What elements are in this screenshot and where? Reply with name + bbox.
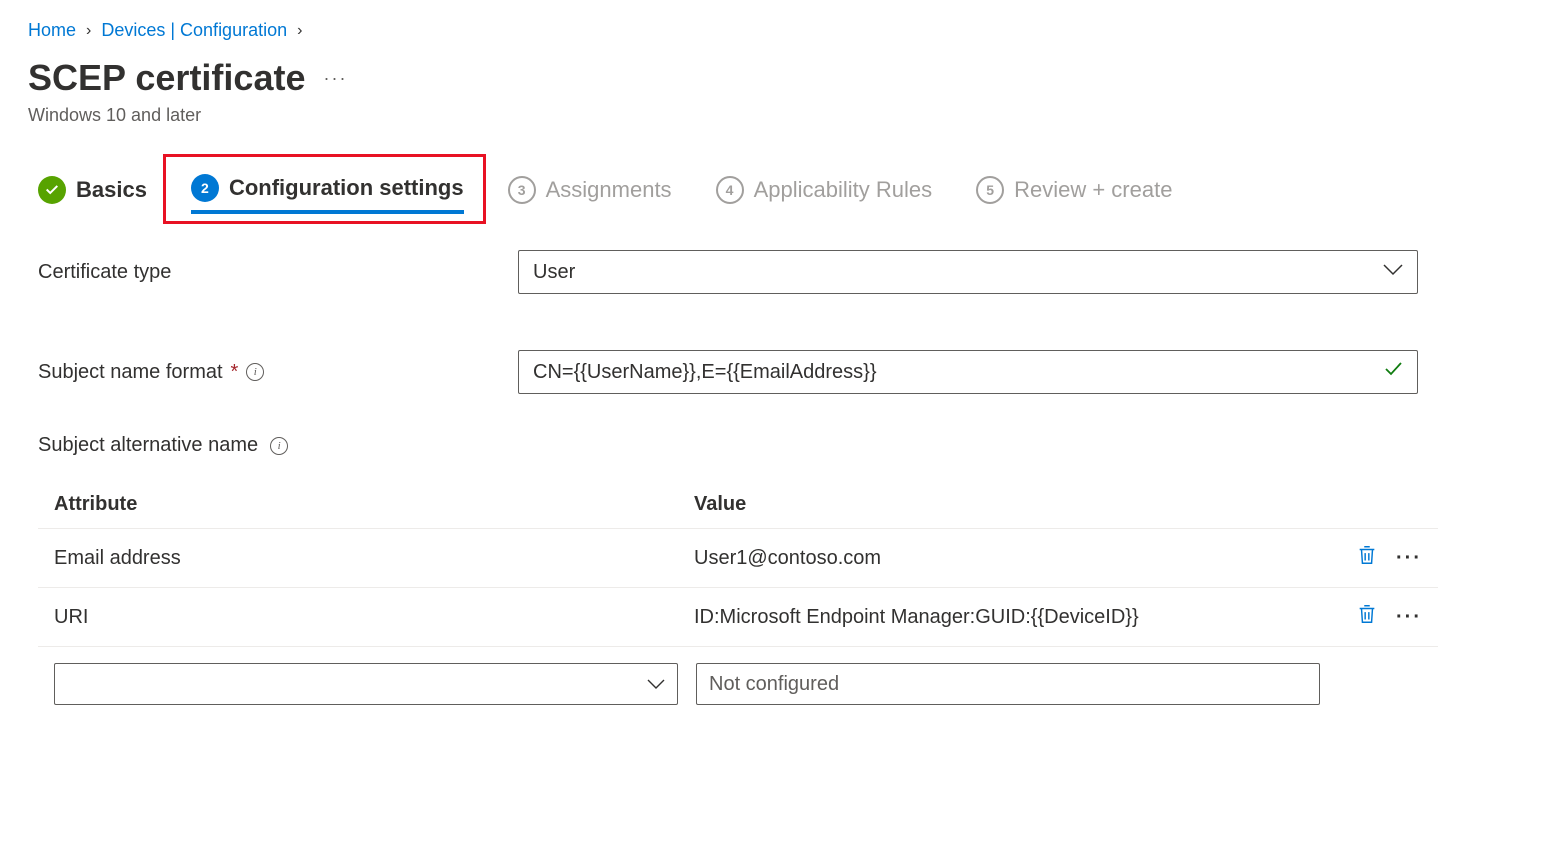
- step-number-icon: 5: [976, 176, 1004, 204]
- step-configuration-settings[interactable]: 2 Configuration settings: [191, 174, 464, 214]
- subject-name-format-input[interactable]: CN={{UserName}},E={{EmailAddress}}: [518, 350, 1418, 394]
- step-label: Basics: [76, 177, 147, 203]
- subject-alternative-name-label: Subject alternative name i: [28, 434, 1532, 457]
- row-more-button[interactable]: ···: [1396, 547, 1422, 570]
- chevron-right-icon: ›: [86, 22, 91, 40]
- column-header-value: Value: [694, 493, 1422, 516]
- certificate-type-label: Certificate type: [38, 261, 518, 284]
- select-value: User: [533, 261, 575, 284]
- chevron-down-icon: [1383, 263, 1403, 281]
- san-value-input[interactable]: Not configured: [696, 663, 1320, 705]
- breadcrumb: Home › Devices | Configuration ›: [28, 20, 1532, 41]
- check-circle-icon: [38, 176, 66, 204]
- table-row: URI ID:Microsoft Endpoint Manager:GUID:{…: [38, 588, 1438, 647]
- label-text: Subject alternative name: [38, 434, 258, 457]
- step-label: Review + create: [1014, 177, 1172, 203]
- step-review-create[interactable]: 5 Review + create: [976, 176, 1172, 212]
- input-value: CN={{UserName}},E={{EmailAddress}}: [533, 361, 877, 384]
- chevron-right-icon: ›: [297, 22, 302, 40]
- san-value: User1@contoso.com: [694, 547, 1356, 570]
- trash-icon[interactable]: [1356, 543, 1378, 573]
- san-attribute-select[interactable]: [54, 663, 678, 705]
- step-label: Assignments: [546, 177, 672, 203]
- certificate-type-select[interactable]: User: [518, 250, 1418, 294]
- info-icon[interactable]: i: [270, 437, 288, 455]
- san-table: Attribute Value Email address User1@cont…: [28, 483, 1438, 705]
- column-header-attribute: Attribute: [54, 493, 694, 516]
- table-row: Email address User1@contoso.com ···: [38, 529, 1438, 588]
- wizard-steps: Basics 2 Configuration settings 3 Assign…: [28, 174, 1532, 214]
- san-value: ID:Microsoft Endpoint Manager:GUID:{{Dev…: [694, 606, 1356, 629]
- page-subtitle: Windows 10 and later: [28, 105, 1532, 126]
- step-label: Configuration settings: [229, 175, 464, 201]
- more-actions-button[interactable]: ···: [323, 68, 347, 89]
- step-basics[interactable]: Basics: [38, 176, 147, 212]
- step-number-icon: 4: [716, 176, 744, 204]
- san-attribute: URI: [54, 606, 694, 629]
- san-attribute: Email address: [54, 547, 694, 570]
- info-icon[interactable]: i: [246, 363, 264, 381]
- step-applicability-rules[interactable]: 4 Applicability Rules: [716, 176, 933, 212]
- step-label: Applicability Rules: [754, 177, 933, 203]
- checkmark-icon: [1383, 359, 1403, 385]
- subject-name-format-label: Subject name format * i: [38, 361, 518, 384]
- required-asterisk: *: [231, 361, 239, 384]
- breadcrumb-home[interactable]: Home: [28, 20, 76, 41]
- step-number-icon: 3: [508, 176, 536, 204]
- chevron-down-icon: [647, 676, 665, 692]
- label-text: Subject name format: [38, 361, 223, 384]
- row-more-button[interactable]: ···: [1396, 606, 1422, 629]
- step-assignments[interactable]: 3 Assignments: [508, 176, 672, 212]
- step-number-icon: 2: [191, 174, 219, 202]
- trash-icon[interactable]: [1356, 602, 1378, 632]
- san-table-header: Attribute Value: [38, 483, 1438, 529]
- placeholder: Not configured: [709, 673, 839, 696]
- san-new-row: Not configured: [38, 647, 1438, 705]
- page-title: SCEP certificate: [28, 57, 305, 99]
- breadcrumb-devices[interactable]: Devices | Configuration: [101, 20, 287, 41]
